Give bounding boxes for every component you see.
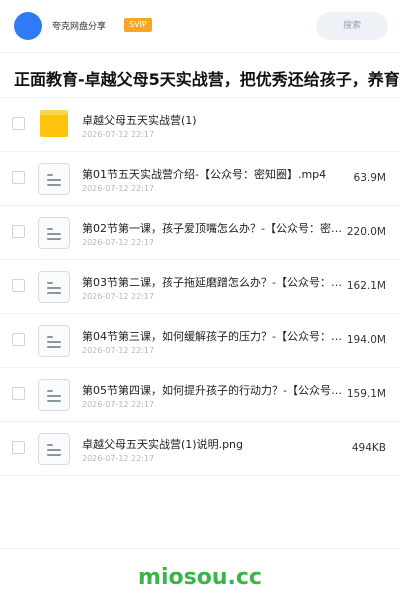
page-title: 正面教育-卓越父母5天实战营，把优秀还给孩子，养育有自 (14, 70, 400, 89)
file-date: 2026-07-12 22:17 (82, 184, 155, 193)
file-row[interactable]: 第04节第三课，如何缓解孩子的压力？-【公众号：密… 2026-07-12 22… (0, 314, 400, 368)
file-name: 卓越父母五天实战营(1) (82, 114, 197, 127)
file-doc-icon (38, 325, 70, 357)
file-date: 2026-07-12 22:17 (82, 400, 155, 409)
file-row[interactable]: 第02节第一课，孩子爱顶嘴怎么办？-【公众号：密知… 2026-07-12 22… (0, 206, 400, 260)
header: 夸克网盘分享 SVIP 搜索 (0, 0, 400, 52)
file-row[interactable]: 第05节第四课，如何提升孩子的行动力？-【公众号：… 2026-07-12 22… (0, 368, 400, 422)
file-date: 2026-07-12 22:17 (82, 130, 155, 139)
row-checkbox[interactable] (12, 225, 25, 238)
footer: miosou.cc (0, 548, 400, 600)
file-doc-icon (38, 271, 70, 303)
file-name: 第02节第一课，孩子爱顶嘴怎么办？-【公众号：密知… (82, 222, 352, 235)
file-row[interactable]: 第03节第二课，孩子拖延磨蹭怎么办？-【公众号：密… 2026-07-12 22… (0, 260, 400, 314)
file-list: 卓越父母五天实战营(1) 2026-07-12 22:17 第01节五天实战营介… (0, 98, 400, 476)
file-date: 2026-07-12 22:17 (82, 454, 155, 463)
file-date: 2026-07-12 22:17 (82, 292, 155, 301)
file-row[interactable]: 卓越父母五天实战营(1)说明.png 2026-07-12 22:17 494K… (0, 422, 400, 476)
file-row-folder[interactable]: 卓越父母五天实战营(1) 2026-07-12 22:17 (0, 98, 400, 152)
file-name: 第04节第三课，如何缓解孩子的压力？-【公众号：密… (82, 330, 352, 343)
file-name: 卓越父母五天实战营(1)说明.png (82, 438, 244, 451)
file-date: 2026-07-12 22:17 (82, 346, 155, 355)
file-doc-icon (38, 217, 70, 249)
row-checkbox[interactable] (12, 333, 25, 346)
row-checkbox[interactable] (12, 387, 25, 400)
file-size: 159.1M (346, 388, 386, 400)
search-button[interactable]: 搜索 (316, 12, 388, 40)
file-row[interactable]: 第01节五天实战营介绍-【公众号：密知圈】.mp4 2026-07-12 22:… (0, 152, 400, 206)
svip-badge: SVIP (124, 18, 152, 32)
file-doc-icon (38, 379, 70, 411)
file-size: 220.0M (346, 226, 386, 238)
file-name: 第01节五天实战营介绍-【公众号：密知圈】.mp4 (82, 168, 327, 181)
watermark: miosou.cc (138, 565, 262, 590)
app-name: 夸克网盘分享 (52, 22, 107, 32)
folder-icon (38, 109, 70, 141)
file-date: 2026-07-12 22:17 (82, 238, 155, 247)
file-size: 494KB (351, 442, 386, 454)
row-checkbox[interactable] (12, 441, 25, 454)
title-bar: 正面教育-卓越父母5天实战营，把优秀还给孩子，养育有自 (0, 52, 400, 98)
avatar[interactable] (14, 12, 42, 40)
file-size: 63.9M (353, 172, 386, 184)
row-checkbox[interactable] (12, 171, 25, 184)
file-name: 第05节第四课，如何提升孩子的行动力？-【公众号：… (82, 384, 352, 397)
file-doc-icon (38, 163, 70, 195)
file-doc-icon (38, 433, 70, 465)
file-size: 162.1M (346, 280, 386, 292)
file-size: 194.0M (346, 334, 386, 346)
row-checkbox[interactable] (12, 117, 25, 130)
file-name: 第03节第二课，孩子拖延磨蹭怎么办？-【公众号：密… (82, 276, 352, 289)
row-checkbox[interactable] (12, 279, 25, 292)
